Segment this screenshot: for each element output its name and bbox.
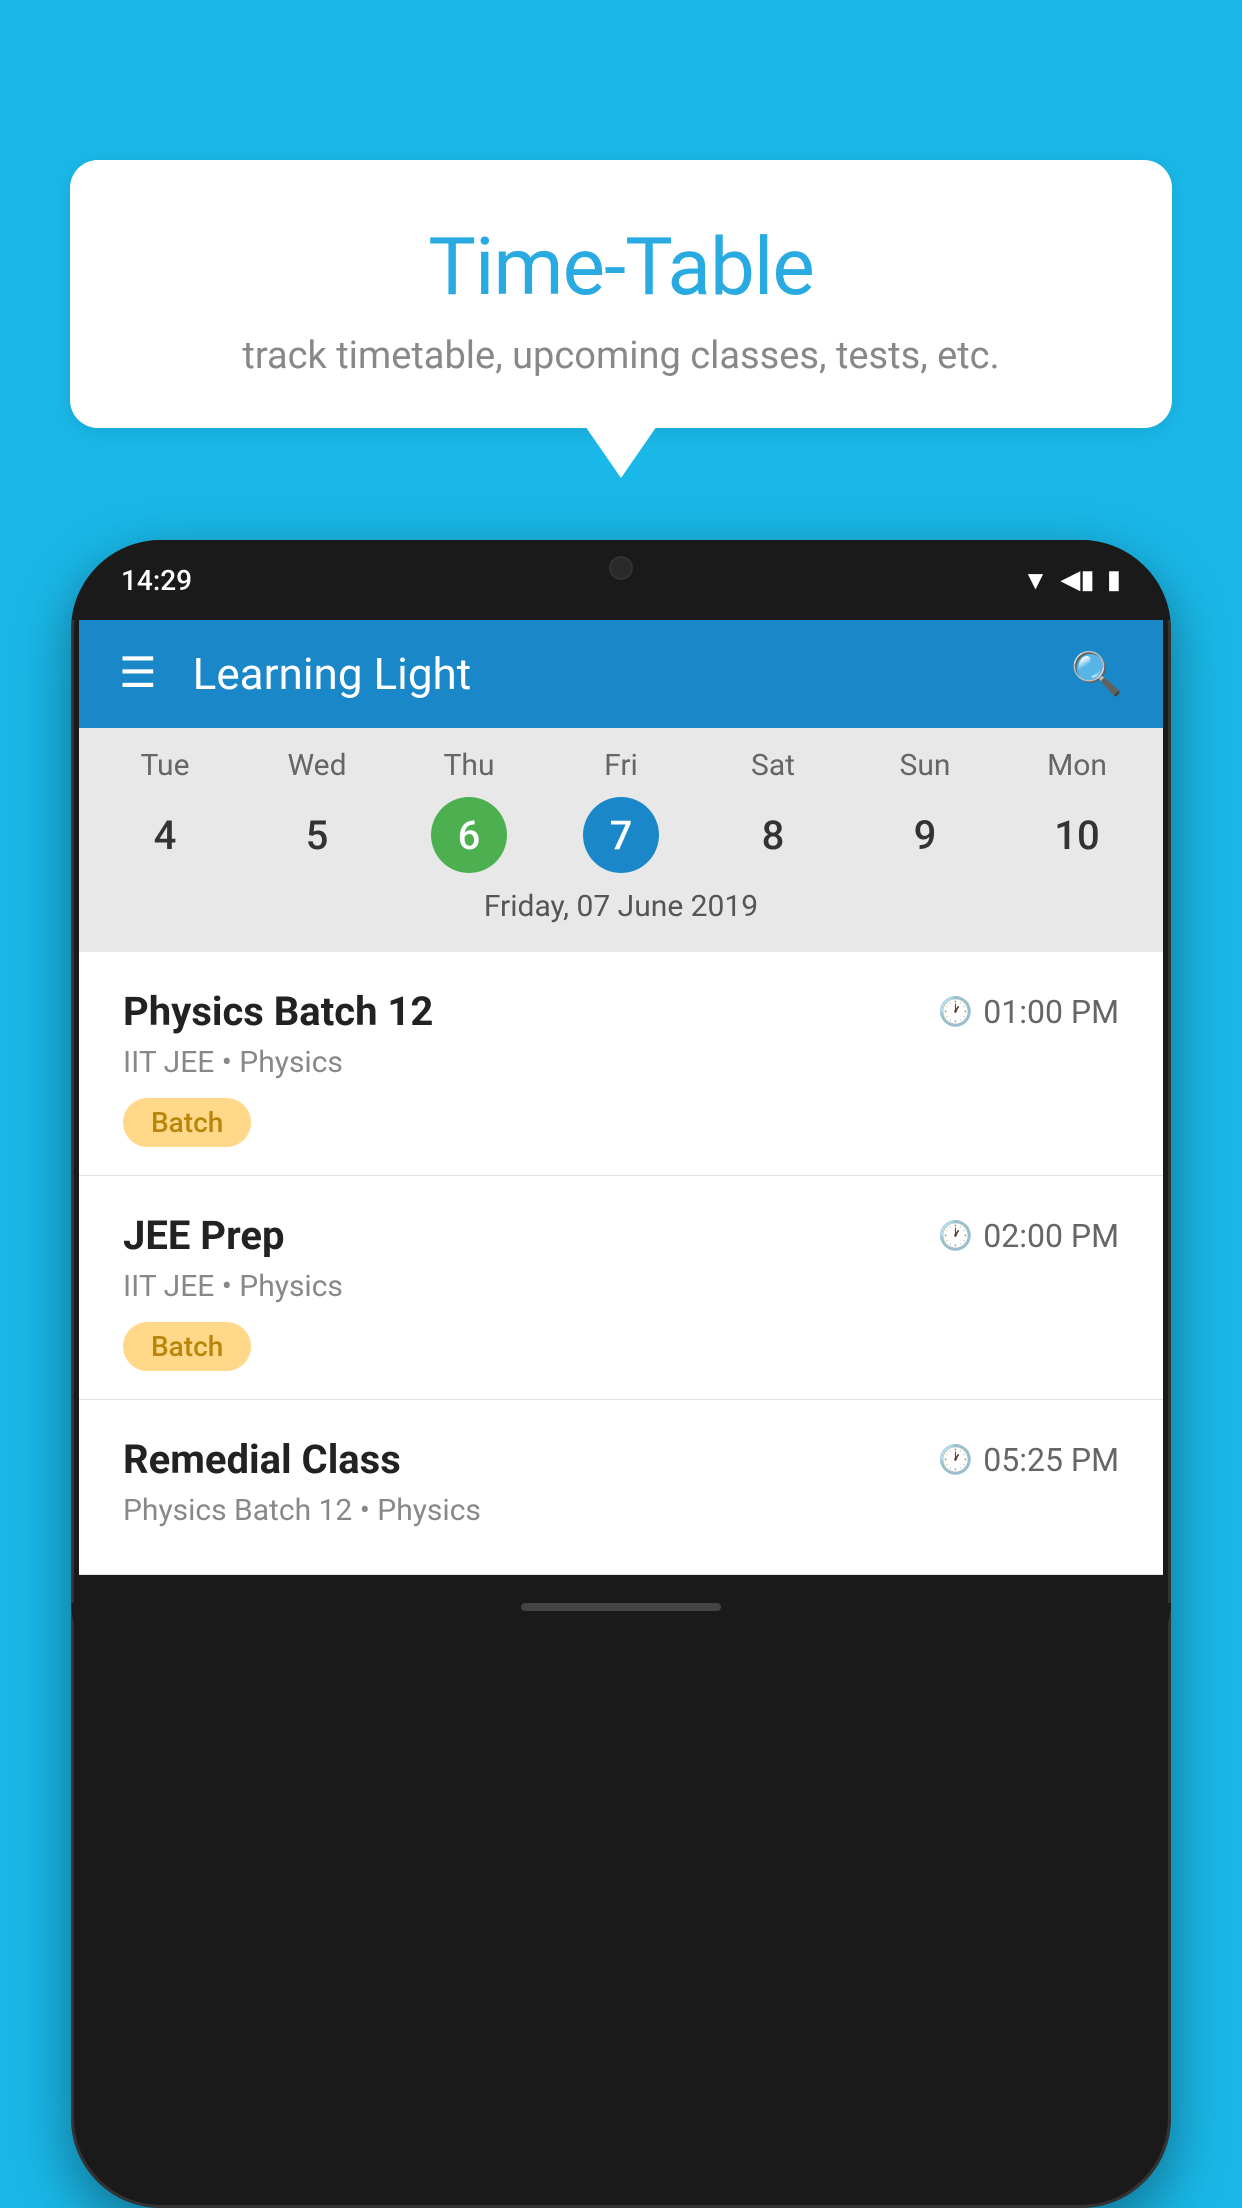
hamburger-icon[interactable]: ☰ [119, 653, 157, 695]
clock-icon: 🕐 [938, 1443, 973, 1476]
day-col[interactable]: Sun 9 [855, 748, 995, 873]
notch [541, 540, 701, 595]
phone-mockup: 14:29 ▼ ◀▮ ▮ ☰ Learning Light 🔍 T [70, 540, 1172, 2208]
tooltip-subtitle: track timetable, upcoming classes, tests… [120, 334, 1122, 378]
item-header: Physics Batch 12 🕐 01:00 PM [123, 988, 1119, 1035]
day-col[interactable]: Fri 7 [551, 748, 691, 873]
item-subtitle: IIT JEE • Physics [123, 1269, 1119, 1304]
phone-body: 14:29 ▼ ◀▮ ▮ ☰ Learning Light 🔍 T [71, 540, 1171, 2208]
day-number[interactable]: 6 [431, 797, 507, 873]
item-title: Physics Batch 12 [123, 988, 433, 1035]
item-time: 🕐 01:00 PM [938, 993, 1119, 1031]
schedule-item[interactable]: Physics Batch 12 🕐 01:00 PM IIT JEE • Phys… [79, 952, 1163, 1176]
front-camera [609, 556, 633, 580]
status-bar: 14:29 ▼ ◀▮ ▮ [71, 540, 1171, 620]
phone-bottom-bar [71, 1603, 1171, 1673]
day-name: Mon [1047, 748, 1107, 783]
day-number[interactable]: 4 [127, 797, 203, 873]
item-subtitle: Physics Batch 12 • Physics [123, 1493, 1119, 1528]
app-toolbar: ☰ Learning Light 🔍 [79, 620, 1163, 728]
day-number[interactable]: 5 [279, 797, 355, 873]
tooltip-title: Time-Table [120, 220, 1122, 314]
day-col[interactable]: Mon 10 [1007, 748, 1147, 873]
wifi-icon: ▼ [1023, 565, 1049, 596]
calendar-strip: Tue 4 Wed 5 Thu 6 Fri 7 Sat 8 Sun 9 Mon 10 Friday, 07… [79, 728, 1163, 952]
day-col[interactable]: Sat 8 [703, 748, 843, 873]
day-name: Fri [604, 748, 638, 783]
schedule-list: Physics Batch 12 🕐 01:00 PM IIT JEE • Phys… [79, 952, 1163, 1575]
clock-icon: 🕐 [938, 1219, 973, 1252]
item-title: Remedial Class [123, 1436, 401, 1483]
day-name: Thu [444, 748, 495, 783]
day-col[interactable]: Tue 4 [95, 748, 235, 873]
app-screen: ☰ Learning Light 🔍 Tue4Wed5Thu6Fri7Sat8S… [79, 620, 1163, 1575]
schedule-item[interactable]: Remedial Class 🕐 05:25 PM Physics Batch 12… [79, 1400, 1163, 1575]
day-name: Sat [751, 748, 795, 783]
battery-icon: ▮ [1107, 565, 1121, 595]
selected-date-label: Friday, 07 June 2019 [79, 873, 1163, 942]
day-number[interactable]: 7 [583, 797, 659, 873]
status-icons: ▼ ◀▮ ▮ [1023, 565, 1121, 596]
day-number[interactable]: 10 [1039, 797, 1115, 873]
item-time: 🕐 05:25 PM [938, 1441, 1119, 1479]
day-number[interactable]: 8 [735, 797, 811, 873]
day-number[interactable]: 9 [887, 797, 963, 873]
day-col[interactable]: Wed 5 [247, 748, 387, 873]
batch-tag: Batch [123, 1098, 251, 1147]
day-name: Wed [288, 748, 347, 783]
app-title: Learning Light [193, 648, 1071, 700]
batch-tag: Batch [123, 1322, 251, 1371]
tooltip-card: Time-Table track timetable, upcoming cla… [70, 160, 1172, 428]
home-bar [521, 1603, 721, 1611]
search-icon[interactable]: 🔍 [1071, 650, 1123, 699]
days-row: Tue 4 Wed 5 Thu 6 Fri 7 Sat 8 Sun 9 Mon 10 [79, 748, 1163, 873]
schedule-item[interactable]: JEE Prep 🕐 02:00 PM IIT JEE • Physics Batch [79, 1176, 1163, 1400]
item-title: JEE Prep [123, 1212, 284, 1259]
item-header: JEE Prep 🕐 02:00 PM [123, 1212, 1119, 1259]
day-name: Tue [141, 748, 190, 783]
day-name: Sun [900, 748, 951, 783]
item-subtitle: IIT JEE • Physics [123, 1045, 1119, 1080]
signal-icon: ◀▮ [1060, 565, 1094, 595]
clock-icon: 🕐 [938, 995, 973, 1028]
item-time: 🕐 02:00 PM [938, 1217, 1119, 1255]
status-time: 14:29 [121, 564, 192, 597]
day-col[interactable]: Thu 6 [399, 748, 539, 873]
item-header: Remedial Class 🕐 05:25 PM [123, 1436, 1119, 1483]
